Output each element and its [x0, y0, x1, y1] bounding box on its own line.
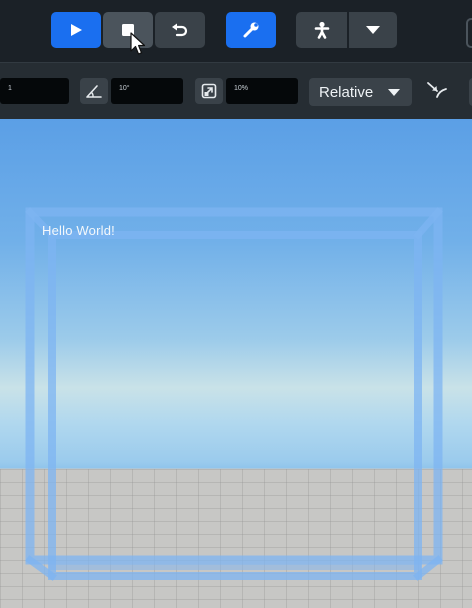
rotate-snap-button[interactable] — [80, 78, 108, 104]
person-icon — [314, 21, 329, 39]
tools-button[interactable] — [226, 12, 276, 48]
3d-viewport[interactable]: Hello World! — [0, 119, 472, 608]
main-toolbar — [0, 0, 472, 62]
undo-icon — [172, 23, 188, 37]
scale-icon — [201, 83, 217, 99]
angle-icon — [86, 85, 102, 98]
scale-snap-button[interactable] — [195, 78, 223, 104]
overflow-edge-icon — [466, 18, 472, 48]
caret-down-icon — [388, 89, 400, 96]
avatar-dropdown-button[interactable] — [349, 12, 397, 48]
mouse-cursor-icon — [130, 32, 146, 55]
avatar-button[interactable] — [296, 12, 347, 48]
scale-snap-field[interactable]: 10% — [226, 78, 298, 104]
play-icon — [71, 24, 82, 36]
play-button[interactable] — [51, 12, 101, 48]
undo-button[interactable] — [155, 12, 205, 48]
wrench-icon — [243, 22, 259, 38]
move-snap-field[interactable]: 1 — [0, 78, 69, 104]
rotate-snap-field[interactable]: 10° — [111, 78, 183, 104]
transform-space-label: Relative — [319, 83, 374, 101]
transform-space-dropdown[interactable]: Relative — [309, 78, 412, 106]
chevron-down-icon — [366, 26, 380, 34]
pivot-button[interactable] — [425, 79, 449, 108]
pivot-icon — [427, 82, 447, 98]
selection-box — [25, 207, 443, 581]
hello-world-text: Hello World! — [42, 223, 115, 238]
transform-toolbar: 1 10° 10% Relative — [0, 62, 472, 119]
